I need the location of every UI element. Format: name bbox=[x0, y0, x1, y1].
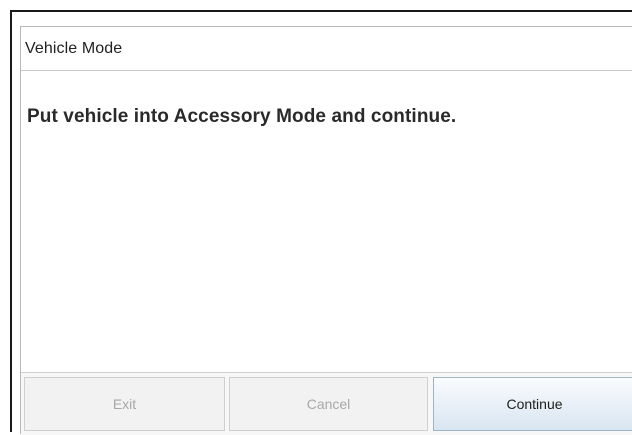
screenshot-frame: Vehicle Mode Put vehicle into Accessory … bbox=[10, 10, 632, 435]
cancel-button[interactable]: Cancel bbox=[229, 377, 428, 431]
instruction-message: Put vehicle into Accessory Mode and cont… bbox=[27, 106, 457, 127]
continue-button[interactable]: Continue bbox=[433, 377, 632, 431]
dialog-button-bar: Exit Cancel Continue bbox=[21, 372, 632, 435]
exit-button[interactable]: Exit bbox=[24, 377, 225, 431]
dialog-content: Put vehicle into Accessory Mode and cont… bbox=[21, 71, 632, 372]
dialog-title-bar: Vehicle Mode bbox=[21, 27, 632, 71]
dialog-title: Vehicle Mode bbox=[25, 40, 123, 57]
vehicle-mode-dialog: Vehicle Mode Put vehicle into Accessory … bbox=[20, 26, 632, 435]
